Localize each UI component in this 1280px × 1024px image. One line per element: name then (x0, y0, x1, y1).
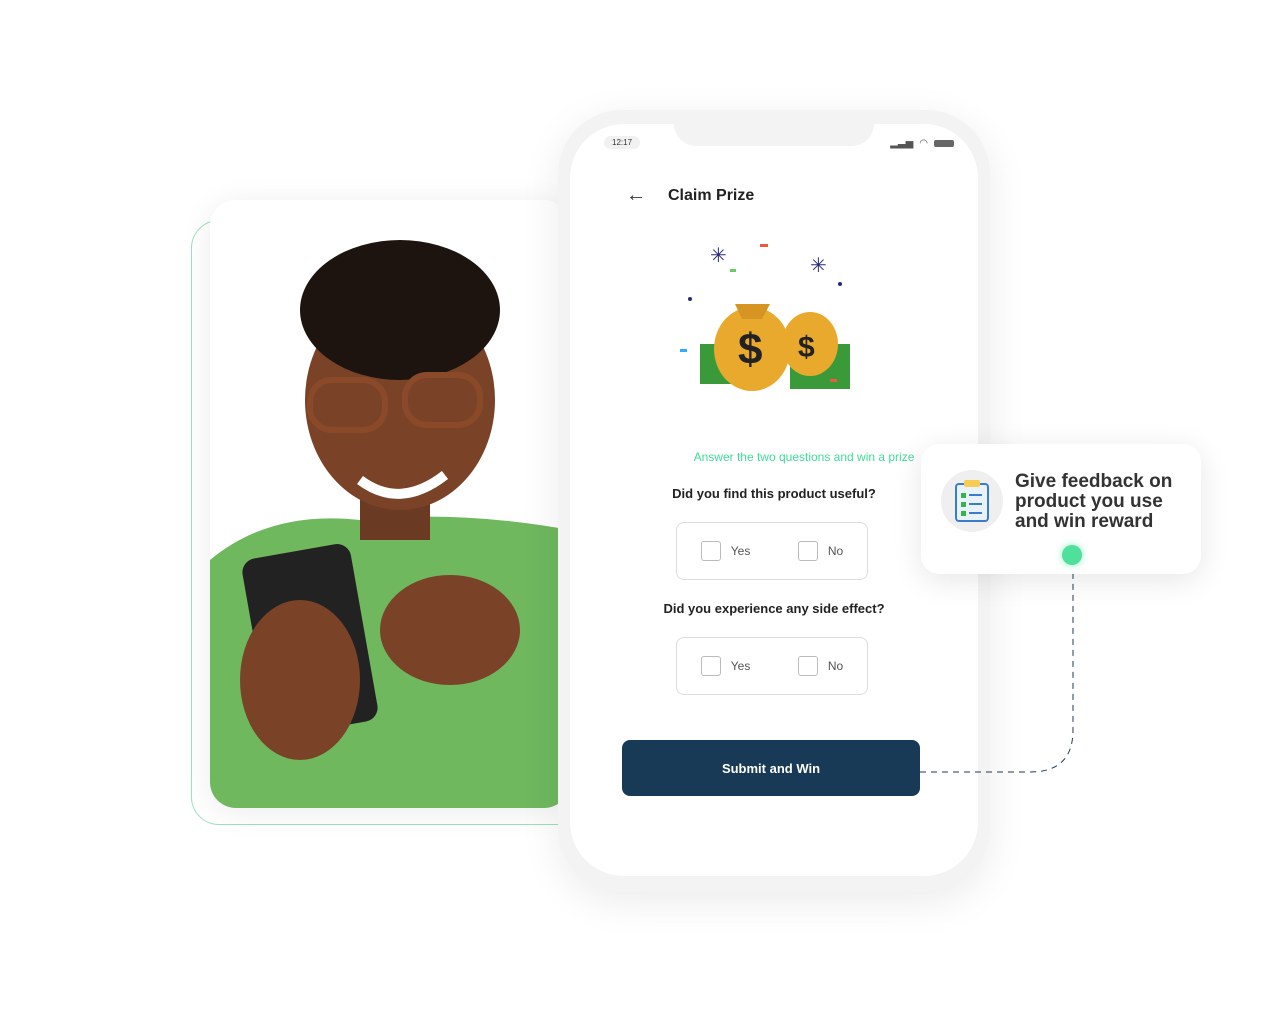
clipboard-checklist-icon (941, 470, 1003, 532)
connector-dot (1062, 545, 1082, 565)
feedback-callout-card: Give feedback on product you use and win… (921, 444, 1201, 574)
callout-text: Give feedback on product you use and win… (1015, 471, 1173, 532)
